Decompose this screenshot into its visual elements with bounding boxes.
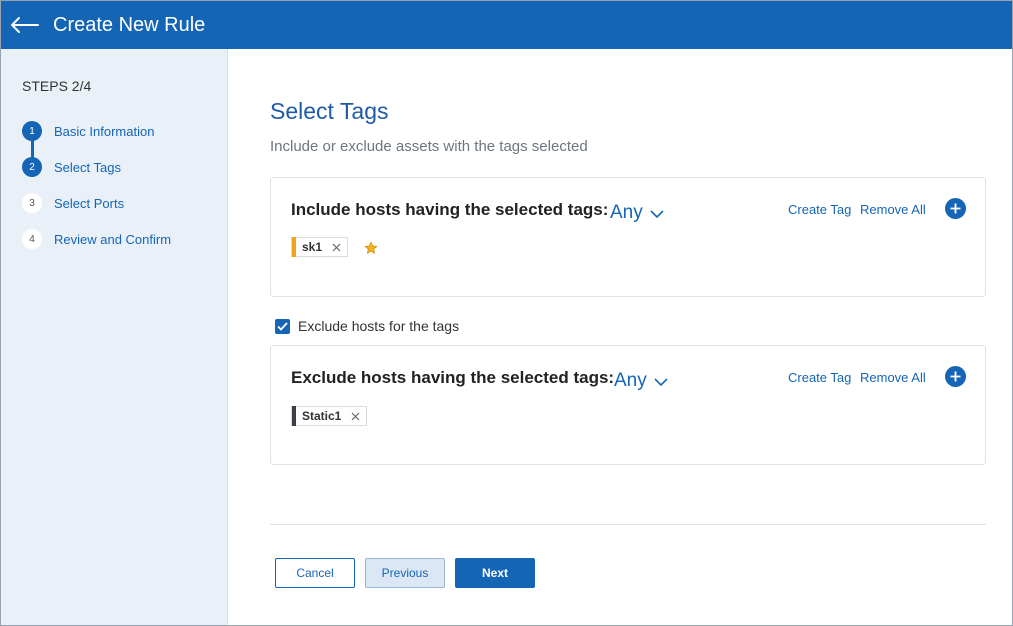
step-number: 3: [22, 193, 42, 213]
section-title: Select Tags: [270, 98, 389, 124]
step-select-tags[interactable]: 2 Select Tags: [22, 157, 121, 177]
include-remove-all-link[interactable]: Remove All: [860, 202, 926, 217]
include-create-tag-link[interactable]: Create Tag: [788, 202, 851, 217]
arrow-left-icon: [11, 17, 39, 33]
include-match-dropdown[interactable]: Any: [610, 202, 664, 224]
include-tags-panel: Include hosts having the selected tags: …: [270, 177, 986, 297]
step-label: Review and Confirm: [54, 231, 172, 247]
checkbox[interactable]: [275, 318, 290, 334]
step-label: Select Ports: [54, 195, 125, 211]
tag-chip: Static1: [291, 406, 368, 426]
exclude-create-tag-link[interactable]: Create Tag: [788, 370, 851, 385]
tag-chip-label: sk1: [302, 240, 323, 254]
steps-sidebar: STEPS 2/4 1 Basic Information 2 Select T…: [1, 49, 228, 625]
close-icon: [332, 243, 341, 251]
plus-icon: [950, 371, 961, 382]
step-label: Select Tags: [54, 159, 121, 175]
chevron-down-icon: [654, 377, 668, 386]
step-number: 4: [22, 229, 42, 249]
next-button[interactable]: Next: [455, 558, 535, 588]
header-bar: Create New Rule: [1, 1, 1012, 49]
section-subtitle: Include or exclude assets with the tags …: [270, 138, 588, 155]
exclude-tags-panel: Exclude hosts having the selected tags: …: [270, 345, 986, 465]
plus-icon: [950, 203, 961, 214]
exclude-hosts-label: Exclude hosts for the tags: [298, 318, 460, 334]
step-label: Basic Information: [54, 123, 155, 139]
exclude-match-dropdown[interactable]: Any: [614, 370, 668, 392]
chevron-down-icon: [650, 209, 664, 218]
exclude-add-button[interactable]: [945, 366, 966, 387]
steps-counter: STEPS 2/4: [22, 78, 92, 94]
exclude-remove-all-link[interactable]: Remove All: [860, 370, 926, 385]
step-select-ports[interactable]: 3 Select Ports: [22, 193, 124, 213]
tag-remove-button[interactable]: [332, 243, 341, 252]
previous-button[interactable]: Previous: [365, 558, 445, 588]
step-number: 1: [22, 121, 42, 141]
include-add-button[interactable]: [945, 198, 966, 219]
include-match-value: Any: [610, 202, 643, 223]
back-button[interactable]: [1, 1, 47, 49]
page-title: Create New Rule: [53, 13, 206, 36]
tag-color-bar: [292, 406, 296, 426]
exclude-match-value: Any: [614, 370, 647, 391]
step-basic-information[interactable]: 1 Basic Information: [22, 121, 154, 141]
cancel-button[interactable]: Cancel: [275, 558, 355, 588]
step-number: 2: [22, 157, 42, 177]
tag-remove-button[interactable]: [351, 412, 360, 421]
footer-divider: [270, 524, 986, 525]
tag-color-bar: [292, 237, 296, 257]
step-review-and-confirm[interactable]: 4 Review and Confirm: [22, 229, 171, 249]
close-icon: [351, 412, 360, 420]
include-heading: Include hosts having the selected tags:: [291, 200, 609, 219]
tag-chip: sk1: [291, 237, 349, 257]
star-icon[interactable]: [364, 241, 378, 255]
exclude-heading: Exclude hosts having the selected tags:: [291, 368, 615, 387]
check-icon: [277, 321, 288, 331]
exclude-hosts-checkbox[interactable]: Exclude hosts for the tags: [275, 318, 459, 334]
tag-chip-label: Static1: [302, 409, 342, 423]
